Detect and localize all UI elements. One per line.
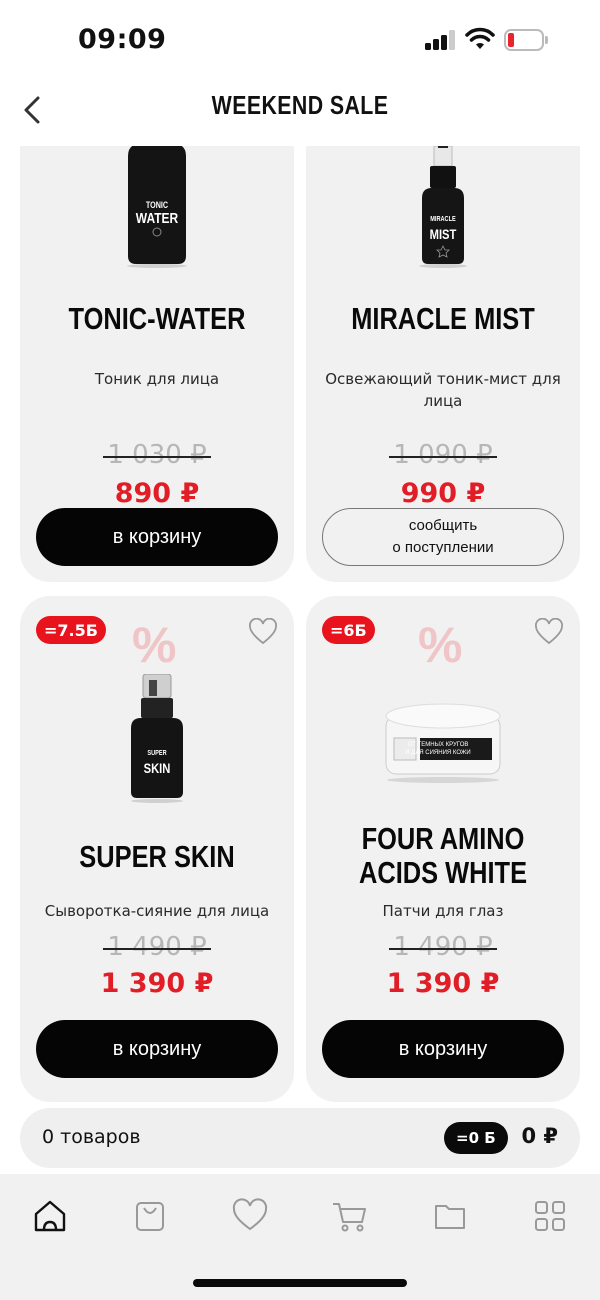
old-price: 1 030 ₽ xyxy=(103,440,211,470)
product-description: Патчи для глаз xyxy=(382,902,504,920)
button-label: о поступлении xyxy=(392,539,494,556)
bottle-image xyxy=(419,146,467,268)
percent-icon: % xyxy=(418,617,463,673)
product-name[interactable]: MIRACLE MIST xyxy=(331,302,556,336)
bonus-badge: =7.5Б xyxy=(36,616,106,644)
jar-label: ОТ ТЕМНЫХ КРУГОВ xyxy=(407,742,469,748)
button-label: сообщить xyxy=(408,517,478,534)
product-grid[interactable]: TONIC WATER TONIC-WATER Тоник для лица 1… xyxy=(0,146,600,1174)
bottle-label: MIST xyxy=(429,226,457,242)
product-card-four-amino-acids[interactable]: =6Б % ОТ ТЕМНЫХ КРУГОВ И ДЛЯ СИЯНИЯ КОЖИ… xyxy=(306,596,580,1102)
new-price: 1 390 ₽ xyxy=(100,968,214,999)
add-to-cart-button[interactable]: в корзину xyxy=(322,1020,564,1078)
old-price: 1 490 ₽ xyxy=(103,932,211,962)
product-card-miracle-mist[interactable]: MIRACLE MIST MIRACLE MIST Освежающий тон… xyxy=(306,146,580,582)
bottle-label: MIRACLE xyxy=(430,216,456,223)
bottle-label: SUPER xyxy=(147,750,167,757)
new-price: 990 ₽ xyxy=(400,478,486,509)
status-time: 09:09 xyxy=(78,24,167,55)
product-card-tonic-water[interactable]: TONIC WATER TONIC-WATER Тоник для лица 1… xyxy=(20,146,294,582)
new-price: 1 390 ₽ xyxy=(386,968,500,999)
product-card-super-skin[interactable]: =7.5Б % SUPER SKIN SUPER SKIN Сыворотка-… xyxy=(20,596,294,1102)
heart-icon[interactable] xyxy=(230,1196,270,1236)
product-description: Тоник для лица xyxy=(94,370,220,388)
new-price: 890 ₽ xyxy=(114,478,200,509)
status-bar: 09:09 xyxy=(0,0,600,80)
grid-icon[interactable] xyxy=(530,1196,570,1236)
jar-label: И ДЛЯ СИЯНИЯ КОЖИ xyxy=(405,750,471,756)
cart-total: 0 ₽ xyxy=(521,1124,558,1148)
notify-when-available-button[interactable]: сообщить о поступлении xyxy=(322,508,564,566)
product-image[interactable]: MIRACLE MIST xyxy=(306,146,580,268)
wifi-icon xyxy=(465,27,495,49)
product-image[interactable]: SUPER SKIN xyxy=(20,674,294,804)
product-name[interactable]: SUPER SKIN xyxy=(45,840,270,874)
header: WEEKEND SALE xyxy=(0,80,600,146)
bottle-label: WATER xyxy=(135,210,179,227)
product-description: Освежающий тоник-мист для лица xyxy=(325,370,561,410)
product-description: Сыворотка-сияние для лица xyxy=(44,902,270,920)
old-price: 1 090 ₽ xyxy=(389,440,497,470)
product-name[interactable]: TONIC-WATER xyxy=(45,302,270,336)
add-to-cart-button[interactable]: в корзину xyxy=(36,508,278,566)
page-title: WEEKEND SALE xyxy=(211,90,389,120)
bottle-label: TONIC xyxy=(145,200,169,210)
home-icon[interactable] xyxy=(30,1196,70,1236)
chevron-left-icon[interactable] xyxy=(14,88,54,132)
cart-summary-bar[interactable]: 0 товаров =0 Б 0 ₽ xyxy=(20,1108,580,1168)
product-name[interactable]: ACIDS WHITE xyxy=(331,856,556,890)
bonus-badge: =6Б xyxy=(322,616,375,644)
cart-item-count: 0 товаров xyxy=(42,1126,141,1148)
percent-icon: % xyxy=(132,617,177,673)
bottle-label: SKIN xyxy=(143,760,171,776)
product-name[interactable]: FOUR AMINO xyxy=(331,822,556,856)
heart-icon[interactable] xyxy=(248,618,278,646)
folder-icon[interactable] xyxy=(430,1196,470,1236)
home-indicator xyxy=(193,1279,407,1287)
old-price: 1 490 ₽ xyxy=(389,932,497,962)
product-image[interactable]: TONIC WATER xyxy=(20,146,294,268)
product-image[interactable]: ОТ ТЕМНЫХ КРУГОВ И ДЛЯ СИЯНИЯ КОЖИ xyxy=(306,702,580,784)
add-to-cart-button[interactable]: в корзину xyxy=(36,1020,278,1078)
heart-icon[interactable] xyxy=(534,618,564,646)
bottle-image xyxy=(131,674,183,803)
bag-icon[interactable] xyxy=(130,1196,170,1236)
signal-icon xyxy=(425,30,457,50)
battery-icon xyxy=(504,29,548,51)
cart-icon[interactable] xyxy=(330,1196,370,1236)
bonus-total-badge: =0 Б xyxy=(444,1122,508,1154)
